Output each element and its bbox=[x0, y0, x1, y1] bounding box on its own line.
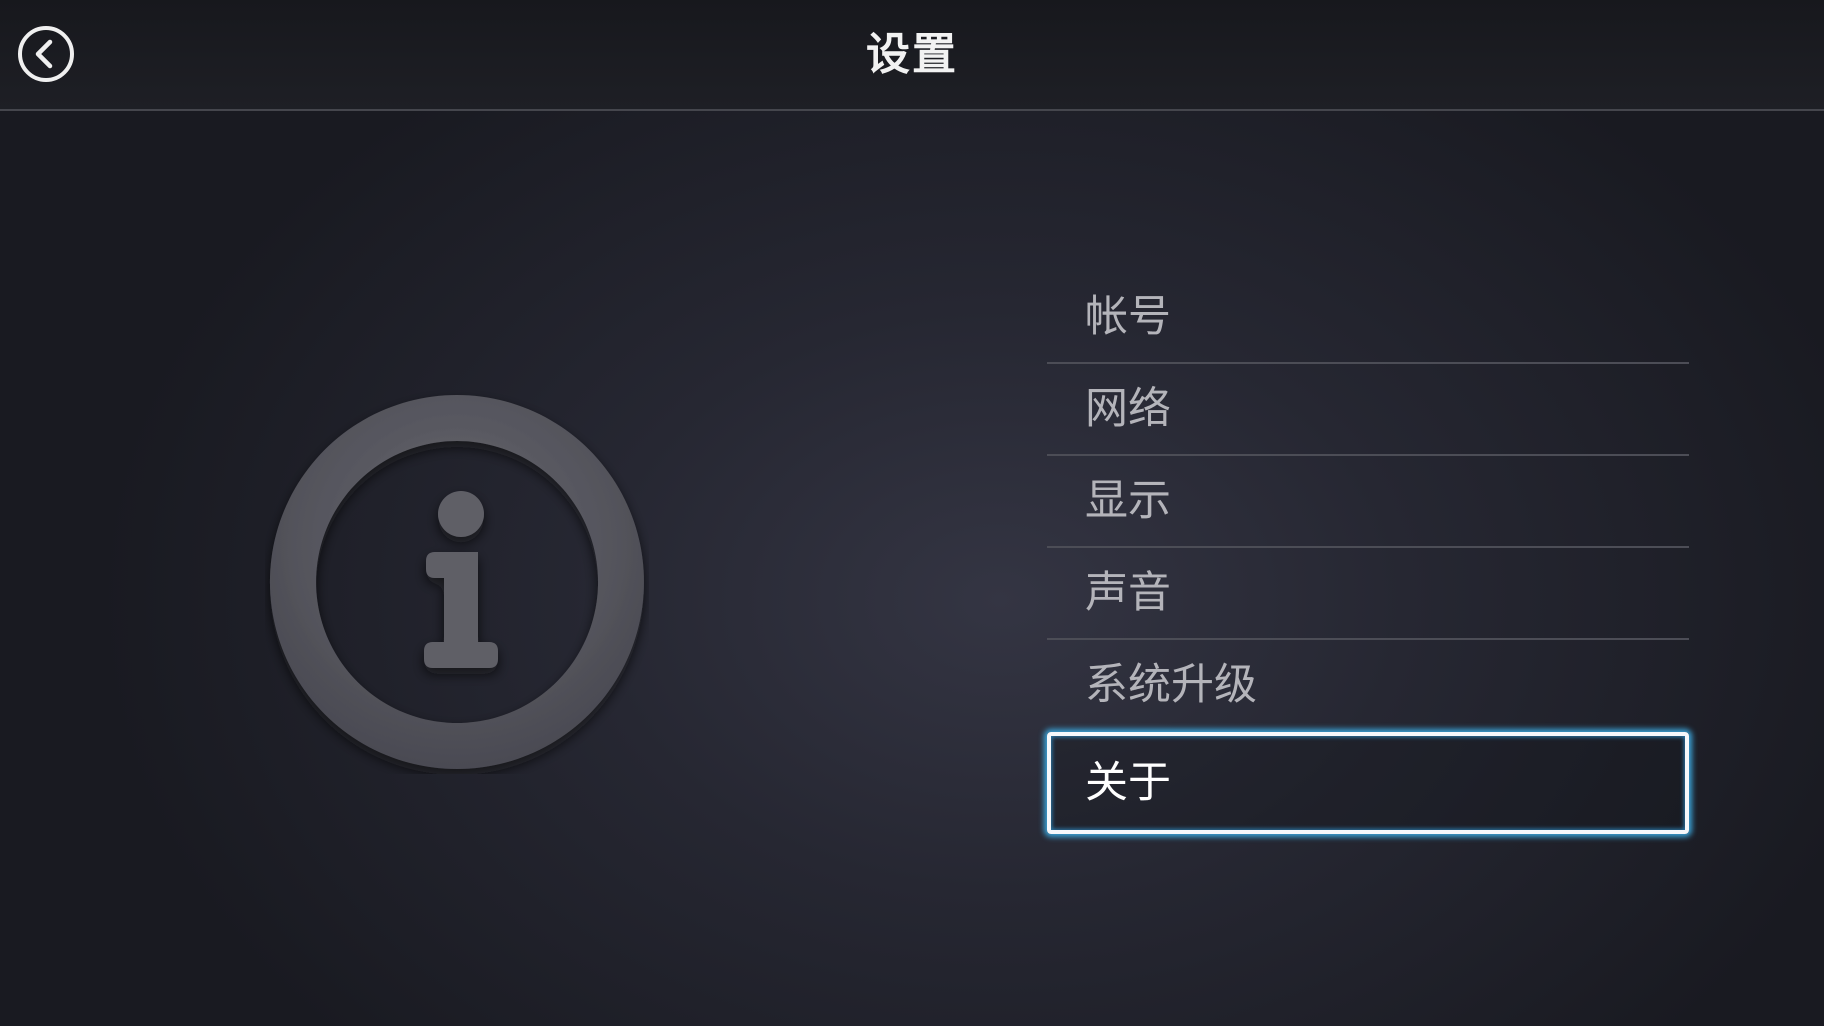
settings-menu: 帐号 网络 显示 声音 系统升级 关于 bbox=[1047, 272, 1689, 834]
menu-item-about[interactable]: 关于 bbox=[1047, 732, 1689, 834]
menu-item-system-upgrade[interactable]: 系统升级 bbox=[1047, 640, 1689, 732]
menu-item-account[interactable]: 帐号 bbox=[1047, 272, 1689, 364]
page-title: 设置 bbox=[866, 29, 958, 80]
menu-item-network[interactable]: 网络 bbox=[1047, 364, 1689, 456]
menu-item-sound[interactable]: 声音 bbox=[1047, 548, 1689, 640]
back-button[interactable] bbox=[17, 25, 75, 83]
menu-item-label: 声音 bbox=[1085, 568, 1171, 618]
chevron-left-circle-icon bbox=[18, 26, 74, 82]
info-icon bbox=[265, 390, 649, 774]
settings-screen: 设置 帐号 网络 显示 声音 系统升级 关于 bbox=[0, 0, 1824, 1026]
menu-item-label: 帐号 bbox=[1085, 292, 1171, 342]
menu-item-display[interactable]: 显示 bbox=[1047, 456, 1689, 548]
header-bar: 设置 bbox=[0, 0, 1824, 111]
menu-item-label: 系统升级 bbox=[1085, 660, 1257, 710]
menu-item-label: 关于 bbox=[1085, 758, 1171, 808]
menu-item-label: 显示 bbox=[1085, 476, 1171, 526]
menu-item-label: 网络 bbox=[1085, 384, 1171, 434]
